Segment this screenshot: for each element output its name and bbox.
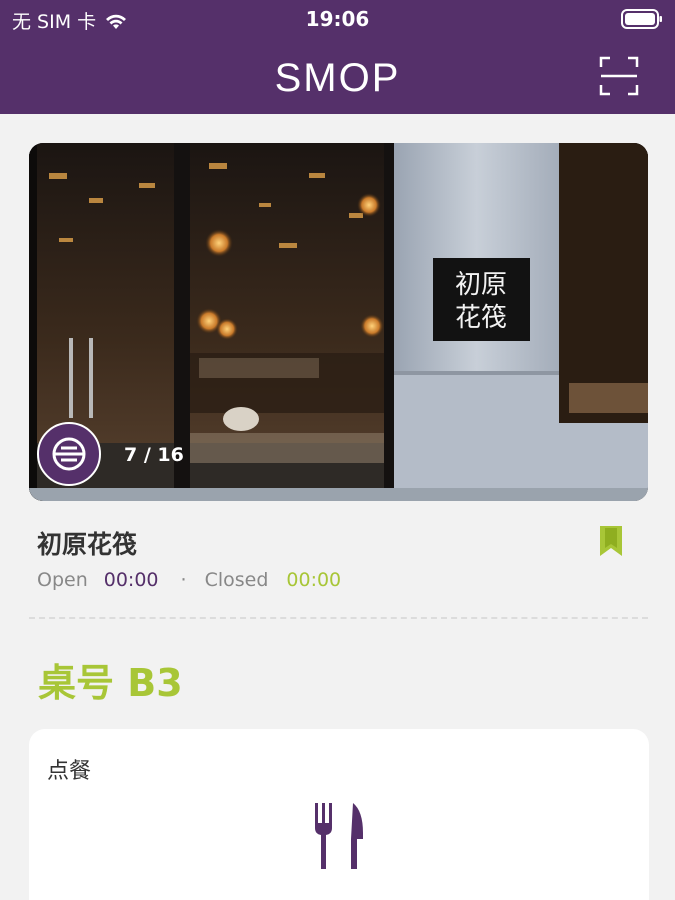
open-label: Open — [37, 569, 88, 591]
order-card[interactable]: 点餐 — [29, 729, 649, 900]
hours-separator: · — [180, 569, 187, 591]
bookmark-icon[interactable] — [599, 525, 623, 557]
section-divider — [29, 617, 648, 619]
restaurant-photo: 初原 花筏 — [29, 143, 648, 501]
battery-icon — [621, 9, 662, 29]
status-time: 19:06 — [305, 7, 370, 31]
sign-text-top: 初原 — [455, 270, 507, 300]
table-number: 桌号 B3 — [38, 661, 183, 705]
navigation-bar: SMOP — [0, 38, 675, 114]
restaurant-name: 初原花筏 — [37, 530, 138, 559]
photo-pager-counter: 7 / 16 — [124, 444, 184, 466]
opening-hours: Open 00:00 · Closed 00:00 — [37, 569, 341, 591]
restaurant-photo-carousel[interactable]: 初原 花筏 7 / 16 — [29, 143, 648, 501]
sign-text-bottom: 花筏 — [455, 303, 507, 333]
subway-icon[interactable] — [37, 422, 101, 486]
logo-text: SMOP — [274, 56, 401, 100]
top-bar: 无 SIM 卡 19:06 SMOP — [0, 0, 675, 114]
open-time: 00:00 — [103, 569, 159, 591]
order-card-title: 点餐 — [47, 759, 92, 784]
scan-icon[interactable] — [599, 56, 639, 96]
status-bar: 无 SIM 卡 19:06 — [0, 0, 675, 38]
closed-label: Closed — [204, 569, 269, 591]
closed-time: 00:00 — [286, 569, 342, 591]
cutlery-icon — [315, 803, 363, 869]
app-logo: SMOP — [0, 56, 675, 101]
